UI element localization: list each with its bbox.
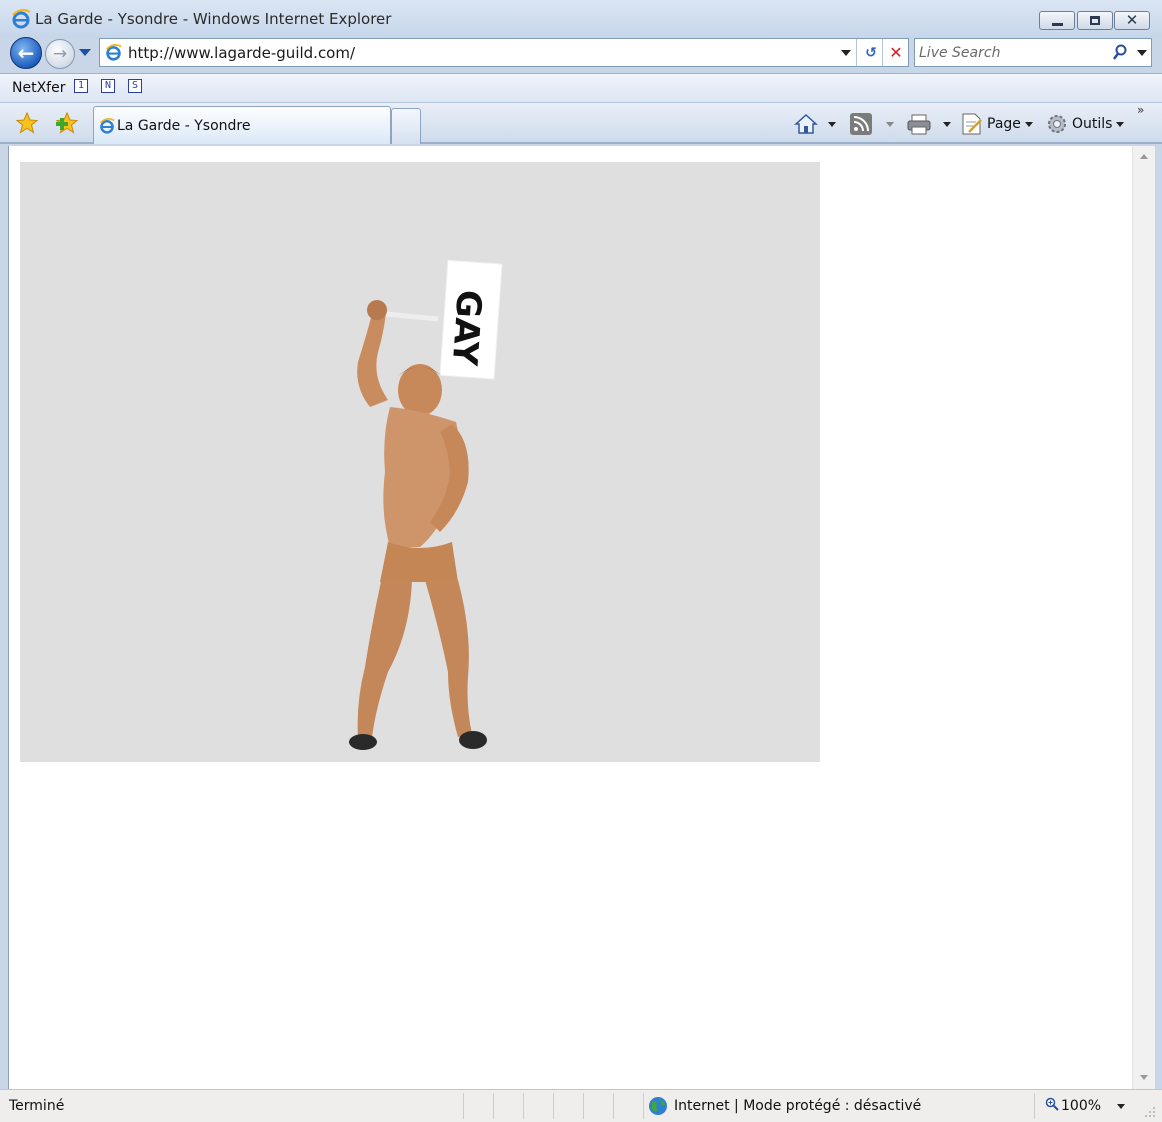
page-menu-label: Page <box>987 116 1021 132</box>
tab-bar: La Garde - Ysondre Page Outils » <box>0 103 1162 144</box>
tools-menu-button[interactable]: Outils <box>1046 112 1125 136</box>
resize-grip-icon[interactable] <box>1142 1104 1156 1118</box>
maximize-button[interactable] <box>1077 11 1113 30</box>
zoom-level[interactable]: 100% <box>1061 1098 1101 1114</box>
minimize-button[interactable] <box>1039 11 1075 30</box>
address-divider <box>856 39 857 66</box>
printer-icon <box>907 114 931 135</box>
search-box[interactable] <box>914 38 1152 67</box>
security-zone-text[interactable]: Internet | Mode protégé : désactivé <box>674 1098 921 1114</box>
print-dropdown-icon[interactable] <box>943 121 951 127</box>
back-button[interactable]: ← <box>10 37 42 69</box>
page-menu-button[interactable]: Page <box>961 112 1033 136</box>
links-bar: NetXfer 1 N S <box>0 73 1162 103</box>
stop-icon[interactable]: ✕ <box>886 43 906 63</box>
refresh-icon[interactable]: ↺ <box>861 43 881 63</box>
home-button[interactable] <box>794 112 836 136</box>
rss-feed-icon <box>850 113 872 135</box>
toolbar-overflow-chevron-icon[interactable]: » <box>1137 103 1144 117</box>
netxfer-link[interactable]: NetXfer <box>12 80 65 96</box>
search-icon[interactable] <box>1112 44 1128 62</box>
back-arrow-icon: ← <box>17 41 35 65</box>
maximize-icon <box>1090 16 1100 25</box>
favorites-star-icon[interactable] <box>15 111 39 135</box>
vertical-scrollbar[interactable] <box>1132 146 1155 1089</box>
forward-button[interactable]: → <box>45 39 75 69</box>
window-title: La Garde - Ysondre - Windows Internet Ex… <box>35 10 392 28</box>
link-button-1[interactable]: 1 <box>74 79 88 93</box>
feeds-dropdown-icon[interactable] <box>886 121 894 127</box>
address-url[interactable]: http://www.lagarde-guild.com/ <box>128 44 355 62</box>
globe-icon <box>649 1097 667 1115</box>
address-bar[interactable]: http://www.lagarde-guild.com/ ↺ ✕ <box>99 38 909 67</box>
gear-icon <box>1048 115 1066 133</box>
tab-label: La Garde - Ysondre <box>117 118 251 134</box>
close-button[interactable]: ✕ <box>1114 11 1150 30</box>
page-ie-icon <box>106 44 122 61</box>
forward-arrow-icon: → <box>52 43 68 64</box>
close-icon: ✕ <box>1125 11 1139 29</box>
zoom-icon <box>1045 1097 1059 1111</box>
status-divider <box>493 1093 494 1119</box>
status-bar: Terminé Internet | Mode protégé : désact… <box>0 1089 1162 1122</box>
tab-la-garde[interactable]: La Garde - Ysondre <box>93 106 391 144</box>
minimize-icon <box>1051 22 1063 26</box>
home-dropdown-icon[interactable] <box>828 121 836 127</box>
add-favorite-icon[interactable] <box>54 111 78 135</box>
link-button-s[interactable]: S <box>128 79 142 93</box>
ie-logo-icon <box>12 9 31 29</box>
status-divider <box>583 1093 584 1119</box>
status-divider <box>553 1093 554 1119</box>
address-dropdown-icon[interactable] <box>841 50 851 56</box>
recent-pages-dropdown[interactable] <box>79 49 91 56</box>
page-icon <box>962 113 982 135</box>
zoom-dropdown-icon[interactable] <box>1117 1104 1125 1109</box>
status-divider <box>463 1093 464 1119</box>
tools-dropdown-icon <box>1116 121 1125 127</box>
status-divider <box>613 1093 614 1119</box>
status-divider <box>1034 1093 1035 1119</box>
dancing-man-illustration: GAY <box>349 259 503 750</box>
address-divider <box>882 39 883 66</box>
status-text: Terminé <box>9 1098 65 1114</box>
page-viewport: GAY <box>8 146 1155 1089</box>
page-dropdown-icon <box>1024 121 1033 127</box>
title-bar: La Garde - Ysondre - Windows Internet Ex… <box>0 0 1162 38</box>
scroll-up-arrow-icon[interactable] <box>1140 154 1148 159</box>
print-button[interactable] <box>906 112 951 136</box>
feeds-button[interactable] <box>850 112 894 136</box>
link-button-n[interactable]: N <box>101 79 115 93</box>
tab-ie-icon <box>100 118 115 134</box>
status-divider <box>643 1093 644 1119</box>
scroll-down-arrow-icon[interactable] <box>1140 1075 1148 1080</box>
home-icon <box>794 113 818 134</box>
new-tab-button[interactable] <box>391 108 421 144</box>
sign-text: GAY <box>444 289 489 368</box>
search-dropdown-icon[interactable] <box>1137 50 1147 56</box>
navigation-bar: ← → http://www.lagarde-guild.com/ ↺ ✕ <box>0 36 1162 72</box>
status-divider <box>523 1093 524 1119</box>
tools-menu-label: Outils <box>1072 116 1113 132</box>
animated-guild-image: GAY <box>20 162 820 762</box>
search-input[interactable] <box>919 43 1104 63</box>
